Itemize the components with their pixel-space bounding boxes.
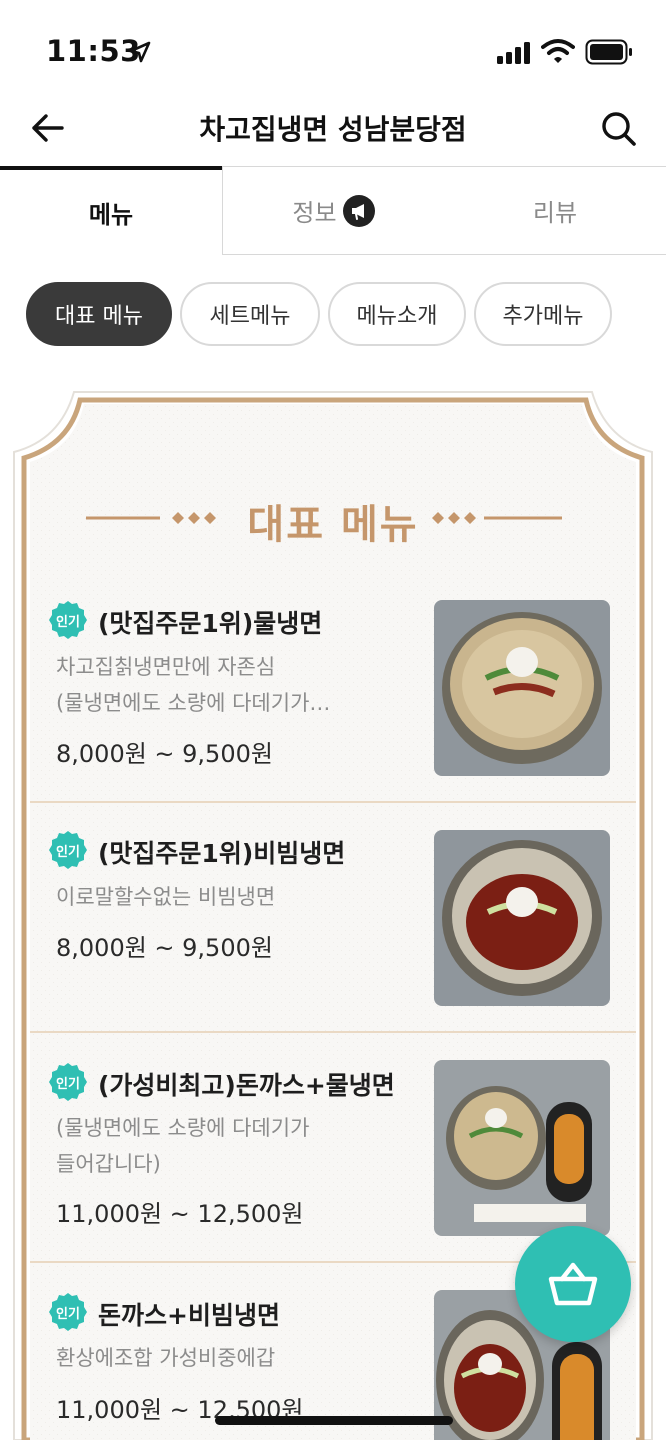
popular-badge-icon: 인기 <box>49 831 87 869</box>
popular-badge-icon: 인기 <box>49 1293 87 1331</box>
cart-button[interactable] <box>515 1226 631 1342</box>
menu-item[interactable]: 인기 (가성비최고)돈까스+물냉면 (물냉면에도 소량에 다데기가 들어갑니다)… <box>30 1058 636 1262</box>
popular-badge-icon: 인기 <box>49 1063 87 1101</box>
menu-item[interactable]: 인기 (맛집주문1위)물냉면 차고집칡냉면만에 자존심 (물냉면에도 소량에 다… <box>30 598 636 802</box>
menu-item-desc: (물냉면에도 소량에 다데기가 들어갑니다) <box>56 1110 406 1182</box>
menu-item-desc-line: 차고집칡냉면만에 자존심 <box>56 655 276 679</box>
menu-item-desc: 이로말할수없는 비빔냉면 <box>56 885 276 909</box>
popular-badge-text: 인기 <box>56 614 80 630</box>
popular-badge-icon: 인기 <box>49 601 87 639</box>
menu-item-desc: 차고집칡냉면만에 자존심 (물냉면에도 소량에 다데기가… <box>56 649 406 721</box>
menu-item[interactable]: 인기 (맛집주문1위)비빔냉면 이로말할수없는 비빔냉면 8,000원 ~ 9,… <box>30 828 636 1032</box>
menu-item-name: (맛집주문1위)물냉면 <box>98 609 323 638</box>
home-indicator <box>215 1416 453 1425</box>
popular-badge-text: 인기 <box>56 1076 80 1092</box>
menu-item-name: 돈까스+비빔냉면 <box>98 1301 280 1330</box>
menu-item-name: (가성비최고)돈까스+물냉면 <box>98 1071 395 1100</box>
basket-icon <box>548 1262 598 1306</box>
menu-item-price: 8,000원 ~ 9,500원 <box>56 740 273 768</box>
menu-item-name: (맛집주문1위)비빔냉면 <box>98 839 346 868</box>
popular-badge-text: 인기 <box>56 1306 80 1322</box>
menu-item-price: 8,000원 ~ 9,500원 <box>56 934 273 962</box>
section-title: 대표 메뉴 <box>247 502 419 548</box>
menu-item-price: 11,000원 ~ 12,500원 <box>56 1200 304 1228</box>
menu-item-desc-line: (물냉면에도 소량에 다데기가… <box>56 691 331 715</box>
menu-item-photo <box>434 600 610 776</box>
menu-item-desc-line: (물냉면에도 소량에 다데기가 <box>56 1116 310 1140</box>
menu-item-photo <box>434 830 610 1006</box>
menu-item-desc-line: 들어갑니다) <box>56 1152 161 1176</box>
popular-badge-text: 인기 <box>56 844 80 860</box>
menu-item-photo <box>434 1060 610 1236</box>
menu-item-desc: 환상에조합 가성비중에갑 <box>56 1346 276 1370</box>
